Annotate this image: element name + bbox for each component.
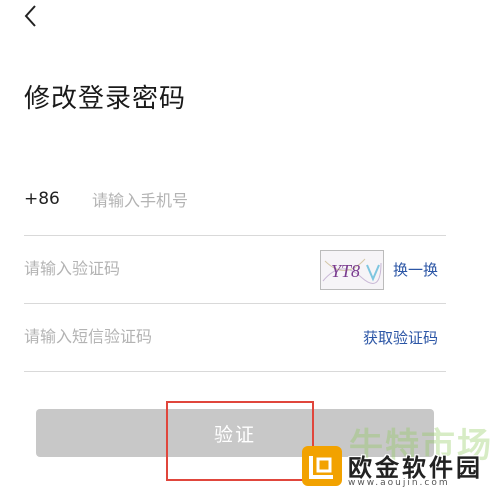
captcha-input[interactable] [24,255,304,281]
sms-code-input[interactable] [24,323,324,349]
captcha-image[interactable]: YT8 [320,250,384,290]
watermark-url: www.aoujin.com [348,478,450,488]
phone-input[interactable] [92,187,422,213]
chevron-left-icon [24,5,36,27]
captcha-text: YT8 [331,261,360,281]
get-sms-code-link[interactable]: 获取验证码 [363,327,438,348]
sms-row: 获取验证码 [24,303,446,372]
page-title: 修改登录密码 [24,84,187,114]
verify-button[interactable]: 验证 [36,409,434,457]
back-button[interactable] [18,2,46,30]
phone-row: +86 [24,167,446,236]
refresh-captcha-link[interactable]: 换一换 [393,259,438,280]
captcha-row: YT8 换一换 [24,235,446,304]
country-code[interactable]: +86 [24,189,60,209]
